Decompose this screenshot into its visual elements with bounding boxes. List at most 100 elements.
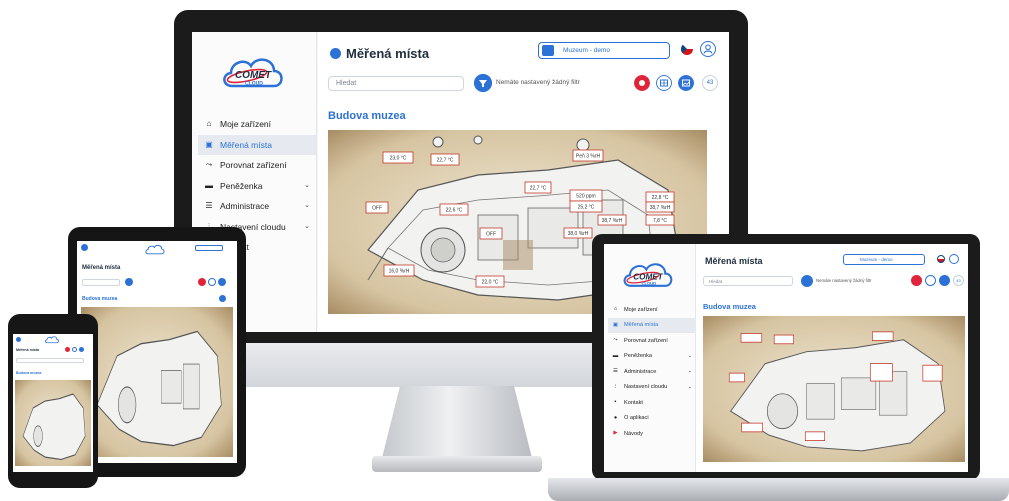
czech-flag-icon[interactable] xyxy=(937,255,945,263)
map-reading-label: 22,8 °C xyxy=(652,195,669,201)
places-icon: ▣ xyxy=(612,321,619,328)
logo-subtext: CLOUD xyxy=(245,81,263,87)
section-title: Budova muzea xyxy=(82,296,118,302)
map-reading-label: OFF xyxy=(486,232,496,238)
map-reading-label: 25,2 °C xyxy=(578,205,595,211)
account-selector[interactable]: Muzeum - demo xyxy=(538,42,670,59)
search-input[interactable]: Hledat xyxy=(328,76,464,91)
sidebar-item-wallet[interactable]: ▬ Peněženka ⌄ xyxy=(198,176,316,197)
map-reading-label: Peň 3 %rH xyxy=(576,154,601,160)
chevron-down-icon: ⌄ xyxy=(304,202,310,209)
search-input[interactable]: Hledat xyxy=(703,276,793,286)
menu-icon[interactable] xyxy=(16,337,21,342)
sidebar-item-label: O aplikaci xyxy=(624,415,649,422)
sidebar-item-label: Peněženka xyxy=(220,180,263,191)
building-floor-plan-map[interactable] xyxy=(703,316,965,462)
account-selector[interactable] xyxy=(195,245,223,251)
search-placeholder: Hledat xyxy=(709,279,723,284)
logo-subtext: CLOUD xyxy=(642,281,657,286)
alarm-icon[interactable] xyxy=(634,75,650,91)
sidebar-item-administration[interactable]: ☰ Administrace ⌄ xyxy=(608,364,696,380)
alarm-icon[interactable] xyxy=(911,275,922,286)
sidebar-item-label: Peněženka xyxy=(624,353,652,360)
page-title-text: Měřená místa xyxy=(705,256,763,266)
filter-icon[interactable] xyxy=(474,74,492,92)
filter-icon[interactable] xyxy=(125,278,133,286)
map-view-icon[interactable] xyxy=(79,347,84,352)
table-view-icon[interactable] xyxy=(925,275,936,286)
map-reading-label: 38,0 %rH xyxy=(568,231,589,237)
sidebar-item-label: Administrace xyxy=(624,368,657,375)
map-reading-label: OFF xyxy=(372,206,382,212)
sidebar-item-compare[interactable]: ⤳ Porovnat zařízení xyxy=(608,333,696,349)
map-view-icon[interactable] xyxy=(678,75,694,91)
sidebar-item-contact[interactable]: ▪ Kontakt xyxy=(608,395,696,411)
sidebar-item-label: Měřená místa xyxy=(624,322,659,329)
map-view-icon[interactable] xyxy=(218,278,226,286)
monitor-stand xyxy=(382,386,532,458)
laptop-main-content: Měřená místa Muzeum - demo Hledat Nemáte… xyxy=(697,244,968,472)
table-view-icon[interactable] xyxy=(656,75,672,91)
sidebar-item-wallet[interactable]: ▬ Peněženka ⌄ xyxy=(608,349,696,365)
sidebar-item-my-devices[interactable]: ⌂ Moje zařízení xyxy=(198,114,316,135)
phone-device: Měřená místa Budova muzea xyxy=(8,314,98,488)
chevron-down-icon: ⌄ xyxy=(304,181,310,189)
map-view-icon[interactable] xyxy=(219,295,226,302)
search-placeholder: Hledat xyxy=(336,80,357,87)
filter-status: Nemáte nastavený žádný filtr xyxy=(816,278,872,283)
sidebar-item-administration[interactable]: ☰ Administrace ⌄ xyxy=(198,196,316,217)
youtube-icon: ▶ xyxy=(613,430,618,437)
alarm-icon[interactable] xyxy=(198,278,206,286)
sidebar-item-label: Nastavení cloudu xyxy=(624,384,668,391)
sidebar-item-compare[interactable]: ⤳ Porovnat zařízení xyxy=(198,155,316,176)
sidebar-item-measured-places[interactable]: ▣ Měřená místa xyxy=(198,134,316,155)
search-input[interactable] xyxy=(82,279,120,286)
sidebar-item-label: Moje zařízení xyxy=(624,306,658,313)
building-floor-plan-map[interactable] xyxy=(15,380,91,466)
home-icon: ⌂ xyxy=(613,306,618,313)
sidebar-item-label: Návody xyxy=(624,430,643,437)
sidebar-item-label: Porovnat zařízení xyxy=(220,160,287,171)
monitor-stand-base xyxy=(372,456,542,472)
table-view-icon[interactable] xyxy=(208,278,216,286)
wallet-icon: ▬ xyxy=(612,352,619,359)
account-selector[interactable]: Muzeum - demo xyxy=(843,254,925,265)
sidebar-item-my-devices[interactable]: ⌂ Moje zařízení xyxy=(608,302,696,318)
czech-flag-icon[interactable] xyxy=(681,43,693,55)
filter-status: Nemáte nastavený žádný filtr xyxy=(496,79,580,86)
comet-cloud-logo xyxy=(145,244,165,255)
map-reading-label: 22,7 °C xyxy=(437,158,454,164)
sidebar-item-measured-places[interactable]: ▣ Měřená místa xyxy=(608,317,696,333)
page-title: Měřená místa xyxy=(82,265,121,271)
sidebar-item-label: Porovnat zařízení xyxy=(624,337,668,344)
filter-icon[interactable] xyxy=(801,275,813,287)
search-input[interactable] xyxy=(16,358,84,363)
user-icon[interactable] xyxy=(700,41,716,57)
map-reading-label: 23,0 °C xyxy=(390,156,407,162)
sliders-icon: ⫶ xyxy=(614,383,617,390)
user-icon[interactable] xyxy=(949,254,959,264)
logo-text: COMET xyxy=(633,272,664,281)
home-icon: ⌂ xyxy=(206,119,212,129)
comet-cloud-logo xyxy=(45,336,59,344)
map-reading-label: 22,0 °C xyxy=(482,280,499,286)
map-view-icon[interactable] xyxy=(939,275,950,286)
page-title: Měřená místa xyxy=(705,256,763,266)
laptop-sidebar-nav: ⌂ Moje zařízení ▣ Měřená místa ⤳ Porovnat z… xyxy=(608,302,696,442)
sidebar-item-cloud-settings[interactable]: ⫶ Nastavení cloudu ⌄ xyxy=(608,380,696,396)
info-icon: ● xyxy=(613,414,618,421)
menu-icon[interactable] xyxy=(81,244,88,251)
table-view-icon[interactable] xyxy=(72,347,77,352)
laptop-sidebar: COMET CLOUD ⌂ Moje zařízení ▣ Měřená místa… xyxy=(604,244,696,472)
sidebar-item-guides[interactable]: ▶ Návody xyxy=(608,426,696,442)
sidebar-item-about[interactable]: ● O aplikaci xyxy=(608,411,696,427)
map-reading-label: 7,8 °C xyxy=(653,218,667,224)
device-count-badge: 43 xyxy=(953,275,964,286)
tablet-screen: Měřená místa Budova muzea xyxy=(77,241,237,463)
places-icon: ▣ xyxy=(205,139,213,149)
sidebar-item-label: Administrace xyxy=(220,201,270,212)
building-floor-plan-map[interactable] xyxy=(81,307,233,457)
map-reading-label: 22,6 °C xyxy=(446,208,463,214)
chevron-down-icon: ⌄ xyxy=(687,352,692,359)
alarm-icon[interactable] xyxy=(65,347,70,352)
